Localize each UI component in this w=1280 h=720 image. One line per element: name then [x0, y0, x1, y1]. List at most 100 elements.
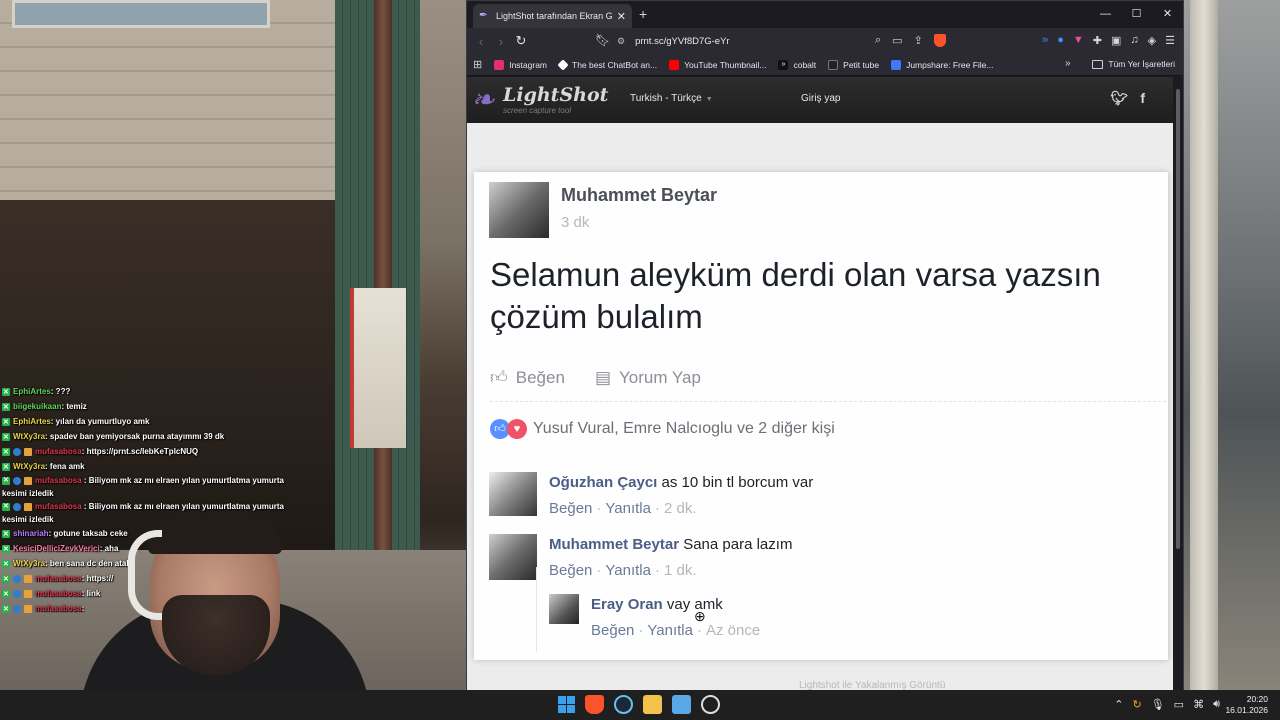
- comment: Eray Oran vay amk Beğen · Yanıtla · Az önce: [591, 596, 760, 639]
- share-icon[interactable]: ⇪: [914, 34, 923, 47]
- bits-badge-icon: [24, 604, 32, 613]
- scrollbar-thumb[interactable]: [1176, 89, 1180, 549]
- post-author: Muhammet Beytar: [561, 185, 718, 205]
- mod-badge-icon: [2, 400, 10, 414]
- tray-app-icon[interactable]: ↻: [1132, 698, 1141, 711]
- app-icon[interactable]: [672, 695, 691, 714]
- mic-icon[interactable]: 🎙︎: [1151, 698, 1165, 711]
- divider: [490, 401, 1166, 402]
- close-window-icon[interactable]: ✕: [1152, 1, 1183, 28]
- right-utility-pole: [1190, 0, 1218, 690]
- post-time: 3 dk: [561, 214, 590, 231]
- back-arrow-icon[interactable]: ‹: [471, 34, 491, 49]
- login-link[interactable]: Giriş yap: [801, 93, 840, 104]
- bookmark-item[interactable]: Instagram: [494, 59, 547, 70]
- bookmark-item[interactable]: Petit tube: [828, 59, 879, 70]
- bookmark-label: YouTube Thumbnail...: [684, 59, 767, 70]
- comment-age: Az önce: [705, 622, 761, 639]
- mod-badge-icon: [2, 415, 10, 429]
- comment-author: Oğuzhan Çaycı: [549, 474, 658, 491]
- bookmark-label: Jumpshare: Free File...: [906, 59, 994, 70]
- zoom-icon[interactable]: ⌕: [875, 34, 881, 47]
- bookmark-label: cobalt: [793, 59, 817, 70]
- comment-reply: Yanıtla: [605, 500, 651, 517]
- reply-thread-line: [536, 567, 537, 652]
- music-icon[interactable]: ♫: [1130, 34, 1138, 47]
- reactions-text: Yusuf Vural, Emre Nalcıoglu ve 2 diğer k…: [533, 420, 835, 437]
- instagram-icon: [494, 59, 505, 70]
- display-icon[interactable]: ▭: [1174, 698, 1184, 711]
- bookmarks-bar: ⊞ Instagram The best ChatBot an... YouTu…: [467, 54, 1183, 76]
- apps-grid-icon[interactable]: ⊞: [473, 58, 482, 71]
- chat-message: EphiArtes : ???: [2, 384, 302, 399]
- volume-icon[interactable]: 🔊︎: [1213, 698, 1220, 711]
- clock-time: 20:20: [1246, 694, 1268, 704]
- chat-message: mufasabosa : Biliyom mk az mı elraen yıl…: [2, 474, 302, 500]
- reload-icon[interactable]: ↻: [511, 33, 531, 49]
- comment-reply: Yanıtla: [647, 622, 693, 639]
- sub-badge-icon: [13, 574, 21, 583]
- new-tab-icon[interactable]: +: [639, 6, 647, 22]
- sub-badge-icon: [13, 447, 21, 456]
- comment-meta: Beğen · Yanıtla · 2 dk.: [549, 500, 697, 517]
- comment-age: 2 dk.: [663, 500, 697, 517]
- maximize-icon[interactable]: ☐: [1121, 1, 1152, 28]
- brave-shield-icon[interactable]: [933, 34, 946, 47]
- scrollbar[interactable]: [1173, 77, 1183, 690]
- bookmark-item[interactable]: YouTube Thumbnail...: [669, 59, 767, 70]
- extension-icon[interactable]: »: [1042, 34, 1048, 47]
- jumpshare-icon: [891, 59, 902, 70]
- bookmark-icon[interactable]: 🔖︎: [595, 33, 610, 47]
- brave-icon[interactable]: [585, 695, 604, 714]
- bookmark-item[interactable]: The best ChatBot an...: [557, 58, 658, 71]
- site-info-icon[interactable]: ⚙: [617, 36, 625, 47]
- feather-logo-icon: ❧: [471, 84, 495, 115]
- bookmark-label: The best ChatBot an...: [572, 59, 658, 70]
- comment: Muhammet Beytar Sana para lazım Beğen · Ya…: [549, 536, 792, 579]
- facebook-icon[interactable]: f: [1140, 90, 1145, 107]
- minimize-icon[interactable]: —: [1090, 1, 1121, 28]
- chevron-up-icon[interactable]: ⌃: [1114, 698, 1123, 711]
- cast-icon[interactable]: ▭: [892, 34, 902, 47]
- comment-action: ▤ Yorum Yap: [595, 367, 701, 388]
- chat-username: WtXy3ra: [13, 559, 46, 568]
- bookmark-item[interactable]: » cobalt: [778, 59, 817, 70]
- url-text[interactable]: prnt.sc/gYVf8D7G-eYr: [635, 36, 730, 47]
- site-logo[interactable]: LightShot: [503, 84, 608, 106]
- network-icon[interactable]: ⌘: [1193, 698, 1204, 711]
- comment-like: Beğen: [549, 500, 593, 517]
- clock[interactable]: 20:20 16.01.2026: [1225, 694, 1268, 716]
- close-tab-icon[interactable]: ✕: [617, 10, 626, 23]
- more-bookmarks-icon[interactable]: »: [1065, 58, 1071, 69]
- file-explorer-icon[interactable]: [643, 695, 662, 714]
- address-bar-actions: ⌕ ▭ ⇪: [875, 34, 946, 47]
- all-bookmarks[interactable]: Tüm Yer İşaretleri: [1092, 59, 1175, 69]
- language-select[interactable]: Turkish - Türkçe ▼: [630, 93, 713, 104]
- extension-icon[interactable]: ●: [1057, 34, 1064, 47]
- chat-username: biigekuikaan: [13, 402, 62, 411]
- windows-start-icon[interactable]: [558, 696, 575, 713]
- comment-icon: ▤: [594, 367, 611, 387]
- comment-text: vay amk: [662, 596, 723, 613]
- vpn-icon[interactable]: ◈: [1148, 34, 1156, 47]
- chat-message: WtXy3ra : spadev ban yemiyorsak purna at…: [2, 429, 302, 444]
- mod-badge-icon: [2, 527, 10, 541]
- bookmark-item[interactable]: Jumpshare: Free File...: [891, 59, 994, 70]
- building-window: [12, 0, 270, 28]
- chat-text: : https://prnt.sc/lebKeTplcNUQ: [81, 447, 199, 456]
- extension-icon[interactable]: ▼: [1073, 34, 1084, 47]
- language-label: Turkish - Türkçe: [630, 93, 702, 104]
- extensions-area: » ● ▼ ✚ ▣ ♫ ◈ ☰: [1042, 34, 1175, 47]
- sidebar-icon[interactable]: ▣: [1111, 34, 1121, 47]
- puzzle-icon[interactable]: ✚: [1093, 34, 1102, 47]
- system-tray: ⌃ ↻ 🎙︎ ▭ ⌘ 🔊︎: [1114, 698, 1220, 711]
- browser-tab[interactable]: ✒ LightShot tarafından Ekran Görü ✕: [473, 4, 632, 28]
- lightshot-feather-icon: ✒: [479, 10, 488, 21]
- obs-icon[interactable]: [701, 695, 720, 714]
- mod-badge-icon: [2, 460, 10, 474]
- menu-icon[interactable]: ☰: [1165, 34, 1175, 47]
- chat-message: WtXy3ra : fena amk: [2, 459, 302, 474]
- steam-icon[interactable]: [614, 695, 633, 714]
- forward-arrow-icon[interactable]: ›: [491, 34, 511, 49]
- twitter-icon[interactable]: 🐦︎: [1111, 90, 1129, 107]
